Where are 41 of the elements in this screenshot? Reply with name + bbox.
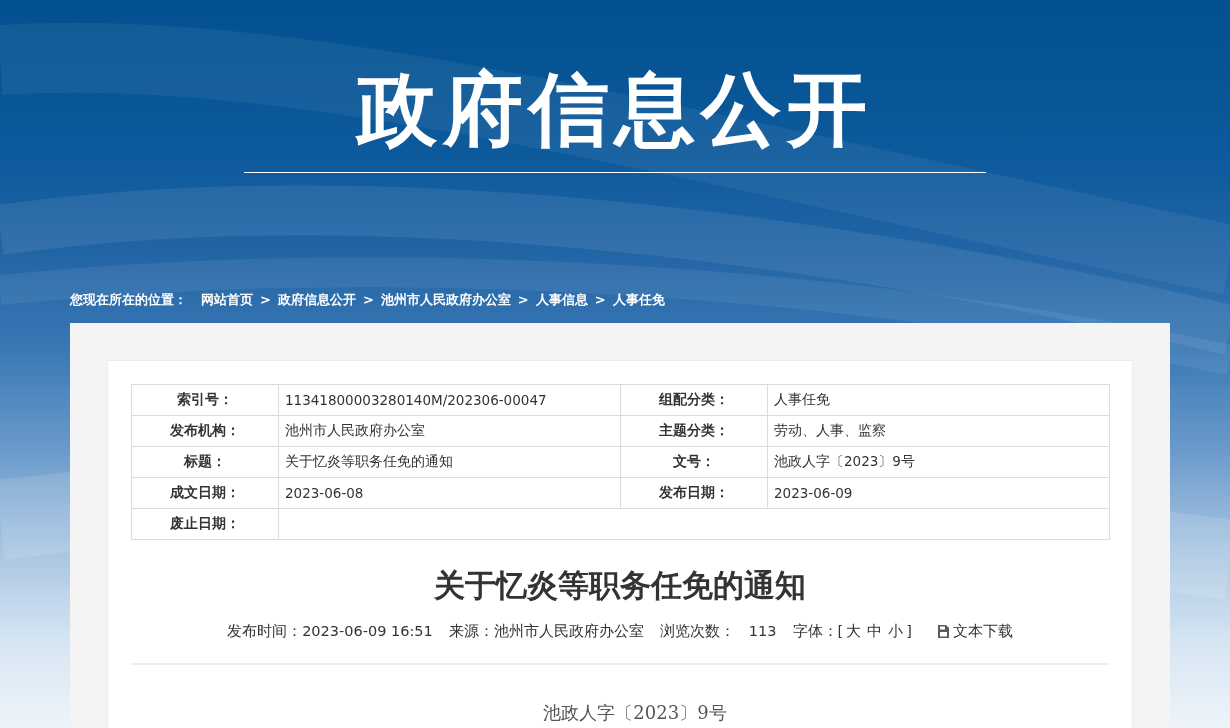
breadcrumb-link[interactable]: 人事任免 (612, 292, 665, 308)
breadcrumb-link[interactable]: 政府信息公开 (277, 292, 356, 308)
info-label: 文号： (620, 446, 768, 478)
info-label: 发布日期： (620, 477, 768, 509)
font-size-label: 字体： (792, 622, 838, 641)
info-label: 索引号： (131, 384, 279, 416)
info-value: 池州市人民政府办公室 (278, 415, 621, 447)
font-size-link[interactable]: 中 (867, 621, 883, 641)
breadcrumb-link[interactable]: 网站首页 (201, 292, 253, 308)
info-label: 发布机构： (131, 415, 279, 447)
meta-text: 发布时间：2023-06-09 16:51 (227, 622, 433, 641)
info-value: 11341800003280140M/202306-00047 (278, 384, 621, 416)
bracket-text: ] (906, 622, 912, 641)
article-title: 关于忆炎等职务任免的通知 (433, 566, 807, 605)
info-value: 劳动、人事、监察 (767, 415, 1110, 447)
download-link[interactable]: 文本下载 (937, 621, 1013, 641)
view-count: 113 (748, 622, 777, 641)
breadcrumb-separator: > (594, 292, 606, 308)
document-number: 池政人字〔2023〕9号 (542, 701, 728, 725)
info-label: 主题分类： (620, 415, 768, 447)
info-value: 关于忆炎等职务任免的通知 (278, 446, 621, 478)
info-label: 标题： (131, 446, 279, 478)
info-value: 池政人字〔2023〕9号 (767, 446, 1110, 478)
breadcrumb-separator: > (362, 292, 374, 308)
view-count-label: 浏览次数： (659, 622, 735, 641)
font-size-link[interactable]: 小 (888, 621, 904, 641)
breadcrumb-separator: > (260, 292, 271, 308)
bracket-text: [ (837, 622, 844, 641)
breadcrumb-link[interactable]: 池州市人民政府办公室 (380, 292, 511, 308)
font-size-link[interactable]: 大 (846, 621, 862, 641)
page-title: 政府信息公开 (357, 62, 873, 158)
info-label: 成文日期： (131, 477, 279, 509)
meta-text: 来源：池州市人民政府办公室 (448, 622, 644, 641)
breadcrumb-link[interactable]: 人事信息 (535, 292, 588, 308)
info-label: 废止日期： (131, 508, 279, 540)
info-label: 组配分类： (620, 384, 768, 416)
breadcrumb-label: 您现在所在的位置： (70, 292, 187, 308)
info-value: 人事任免 (767, 384, 1110, 416)
info-value: 2023-06-08 (278, 477, 621, 509)
info-value: 2023-06-09 (767, 477, 1110, 509)
breadcrumb-separator: > (517, 292, 529, 308)
